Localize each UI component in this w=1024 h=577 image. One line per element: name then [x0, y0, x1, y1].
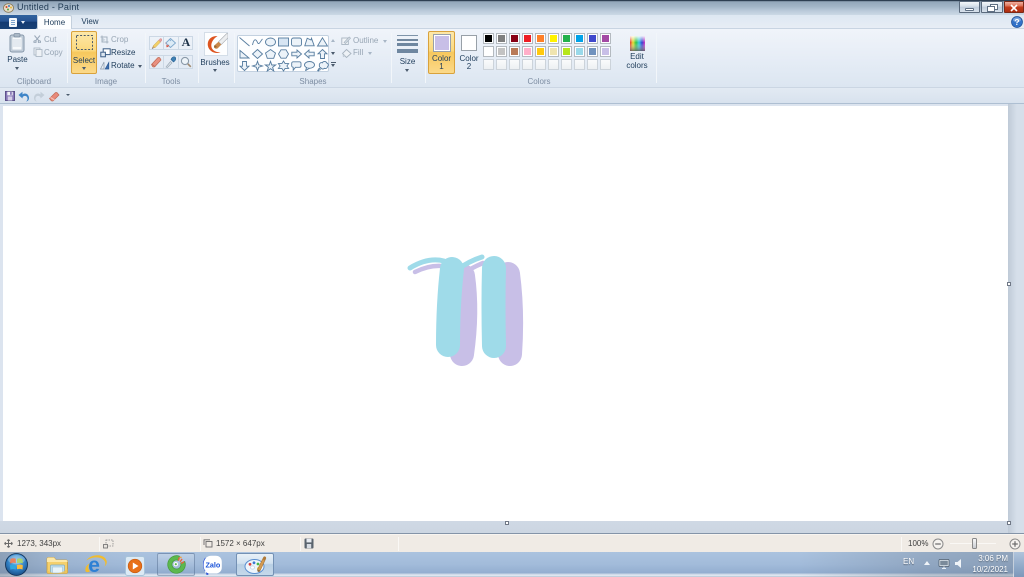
svg-text:?: ?	[1014, 17, 1019, 27]
svg-text:Zalo: Zalo	[206, 560, 221, 569]
